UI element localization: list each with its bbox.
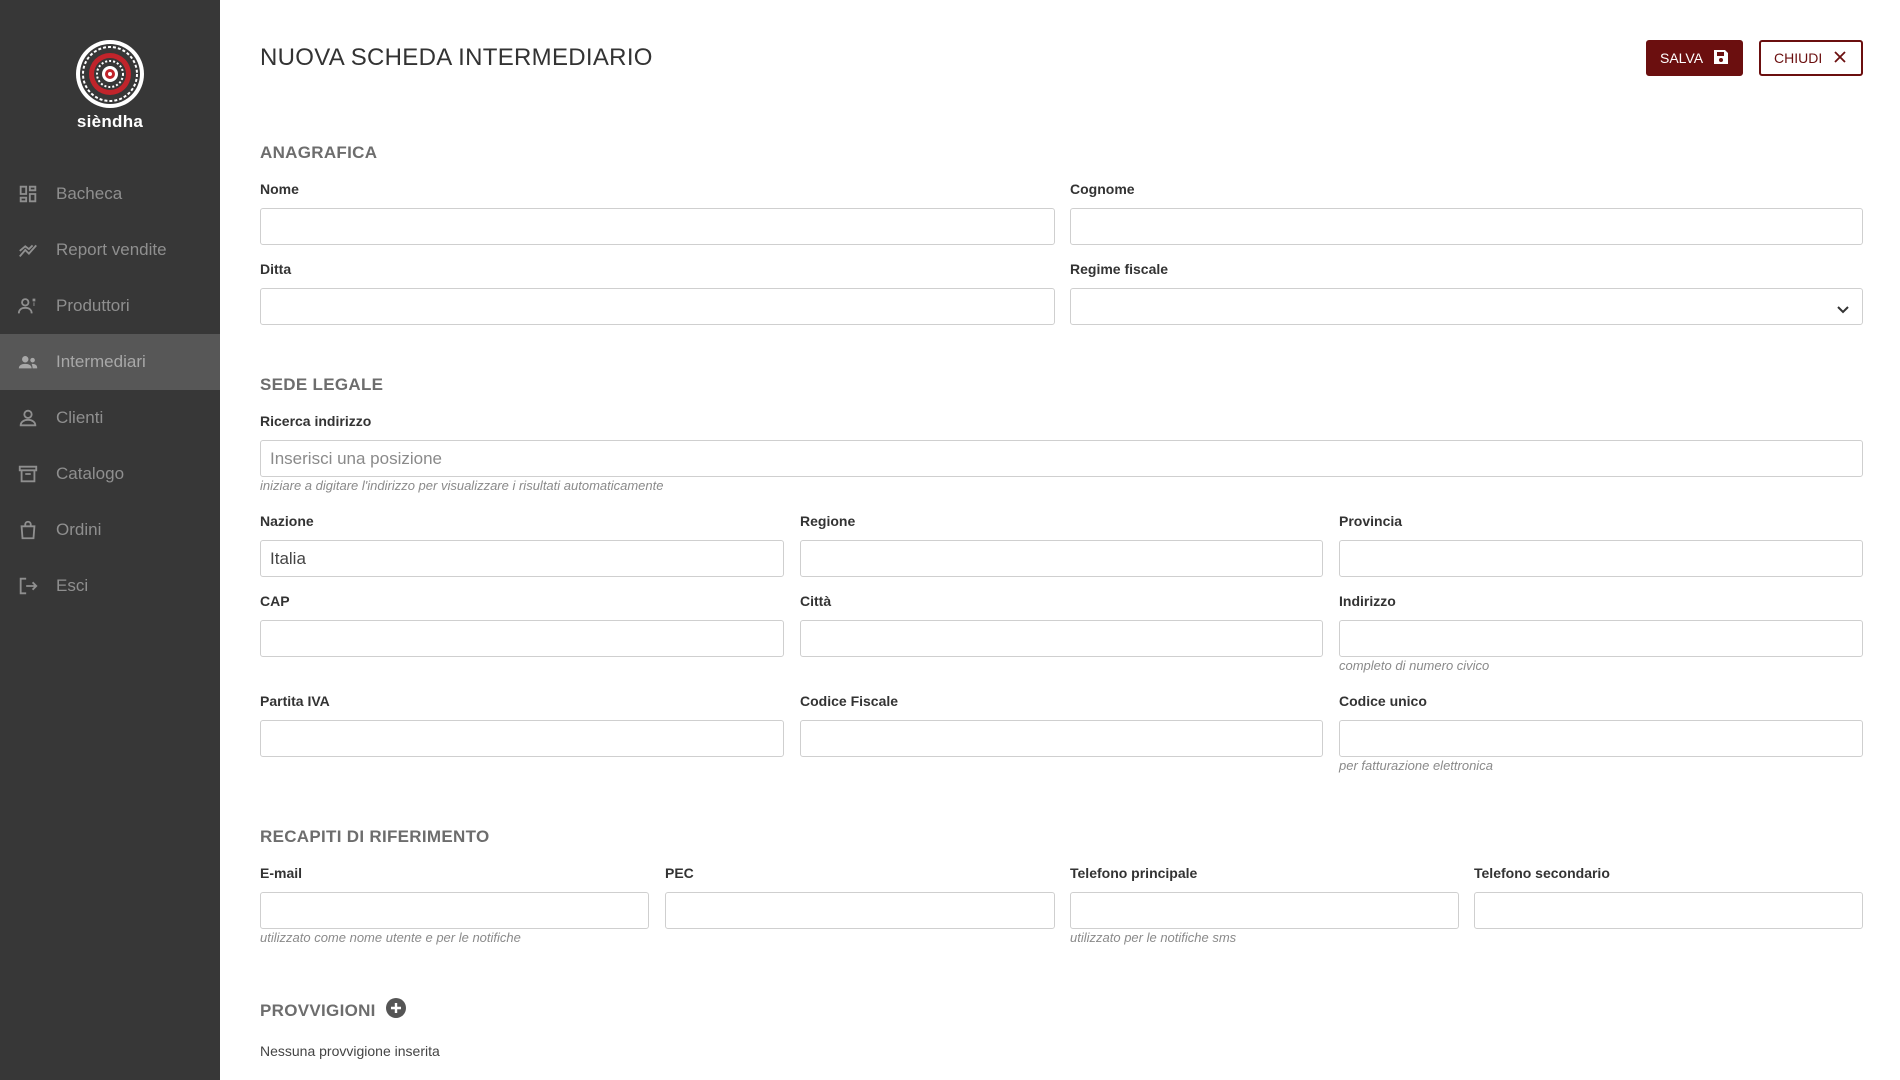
ditta-label: Ditta	[260, 261, 292, 277]
cap-label: CAP	[260, 593, 290, 609]
indirizzo-input[interactable]	[1339, 620, 1863, 657]
section-title-recapiti: RECAPITI DI RIFERIMENTO	[260, 827, 490, 846]
chevron-down-icon	[1836, 301, 1850, 315]
archive-icon	[17, 463, 39, 485]
codice-fiscale-input[interactable]	[800, 720, 1323, 757]
telefono-principale-input[interactable]	[1070, 892, 1459, 929]
section-title-provvigioni: PROVVIGIONI	[260, 1001, 376, 1020]
logo-text: sièndha	[76, 112, 144, 131]
save-button[interactable]: SALVA	[1646, 40, 1743, 76]
sidebar-item-label: Produttori	[56, 296, 130, 315]
sidebar-item-bacheca[interactable]: Bacheca	[0, 166, 220, 222]
logo-mandala-icon	[74, 38, 146, 110]
logout-icon	[17, 575, 39, 597]
cap-input[interactable]	[260, 620, 784, 657]
email-hint: utilizzato come nome utente e per le not…	[260, 930, 521, 945]
sidebar-nav: Bacheca Report vendite Produttori Interm…	[0, 166, 220, 614]
nazione-input[interactable]: Italia	[260, 540, 784, 577]
partita-iva-label: Partita IVA	[260, 693, 330, 709]
ditta-input[interactable]	[260, 288, 1055, 325]
codice-fiscale-label: Codice Fiscale	[800, 693, 899, 709]
sidebar-item-ordini[interactable]: Ordini	[0, 502, 220, 558]
producers-icon	[17, 295, 39, 317]
sidebar-item-label: Clienti	[56, 408, 104, 427]
ricerca-indirizzo-input[interactable]: Inserisci una posizione	[260, 440, 1863, 477]
citta-label: Città	[800, 593, 832, 609]
sidebar: sièndha Bacheca Report vendite Produttor…	[0, 0, 220, 1080]
telefono-secondario-label: Telefono secondario	[1474, 865, 1610, 881]
section-title-sede-legale: SEDE LEGALE	[260, 375, 384, 394]
regione-input[interactable]	[800, 540, 1323, 577]
save-button-label: SALVA	[1660, 50, 1704, 66]
close-button[interactable]: CHIUDI	[1759, 40, 1863, 76]
nazione-label: Nazione	[260, 513, 314, 529]
page-title: NUOVA SCHEDA INTERMEDIARIO	[260, 44, 653, 71]
ricerca-indirizzo-label: Ricerca indirizzo	[260, 413, 372, 429]
ricerca-indirizzo-hint: iniziare a digitare l'indirizzo per visu…	[260, 478, 664, 493]
provincia-label: Provincia	[1339, 513, 1403, 529]
logo[interactable]: sièndha	[0, 38, 220, 132]
sidebar-item-label: Ordini	[56, 520, 102, 539]
partita-iva-input[interactable]	[260, 720, 784, 757]
indirizzo-label: Indirizzo	[1339, 593, 1396, 609]
sidebar-item-report-vendite[interactable]: Report vendite	[0, 222, 220, 278]
nome-label: Nome	[260, 181, 299, 197]
citta-input[interactable]	[800, 620, 1323, 657]
email-input[interactable]	[260, 892, 649, 929]
close-icon	[1832, 49, 1848, 68]
telefono-principale-hint: utilizzato per le notifiche sms	[1070, 930, 1237, 945]
intermediaries-icon	[17, 351, 39, 373]
sidebar-item-esci[interactable]: Esci	[0, 558, 220, 614]
close-button-label: CHIUDI	[1774, 50, 1823, 66]
sidebar-item-label: Bacheca	[56, 184, 123, 203]
sidebar-item-label: Esci	[56, 576, 89, 595]
floppy-disk-icon	[1713, 49, 1729, 68]
regime-fiscale-label: Regime fiscale	[1070, 261, 1169, 277]
provvigioni-empty-text: Nessuna provvigione inserita	[260, 1043, 440, 1059]
sidebar-item-label: Catalogo	[56, 464, 125, 483]
person-icon	[17, 407, 39, 429]
codice-unico-label: Codice unico	[1339, 693, 1427, 709]
codice-unico-input[interactable]	[1339, 720, 1863, 757]
nome-input[interactable]	[260, 208, 1055, 245]
sidebar-item-catalogo[interactable]: Catalogo	[0, 446, 220, 502]
pec-input[interactable]	[665, 892, 1055, 929]
regime-fiscale-select[interactable]	[1070, 288, 1863, 325]
pec-label: PEC	[665, 865, 694, 881]
sidebar-item-produttori[interactable]: Produttori	[0, 278, 220, 334]
codice-unico-hint: per fatturazione elettronica	[1339, 758, 1493, 773]
add-provvigione-button[interactable]	[385, 997, 407, 1019]
cognome-label: Cognome	[1070, 181, 1135, 197]
chart-icon	[17, 239, 39, 261]
sidebar-item-label: Intermediari	[56, 352, 146, 371]
cognome-input[interactable]	[1070, 208, 1863, 245]
indirizzo-hint: completo di numero civico	[1339, 658, 1490, 673]
sidebar-item-clienti[interactable]: Clienti	[0, 390, 220, 446]
section-title-anagrafica: ANAGRAFICA	[260, 143, 378, 162]
plus-circle-icon	[386, 998, 406, 1018]
regione-label: Regione	[800, 513, 856, 529]
telefono-secondario-input[interactable]	[1474, 892, 1863, 929]
sidebar-item-label: Report vendite	[56, 240, 167, 259]
provincia-input[interactable]	[1339, 540, 1863, 577]
sidebar-item-intermediari[interactable]: Intermediari	[0, 334, 220, 390]
bag-icon	[17, 519, 39, 541]
dashboard-icon	[17, 183, 39, 205]
email-label: E-mail	[260, 865, 303, 881]
telefono-principale-label: Telefono principale	[1070, 865, 1198, 881]
